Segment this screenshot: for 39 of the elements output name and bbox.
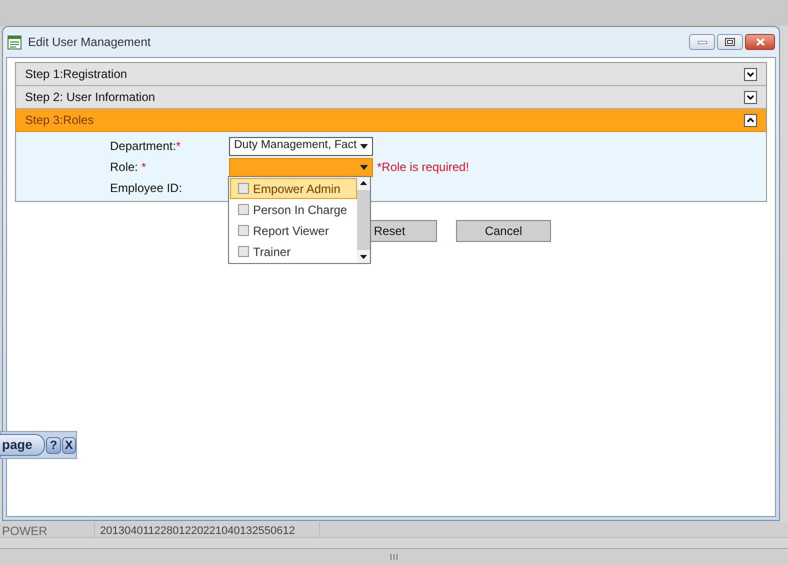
field-label: Department:*	[110, 138, 182, 155]
maximize-icon	[725, 38, 735, 46]
scrollbar[interactable]	[357, 177, 370, 263]
close-icon	[756, 38, 764, 46]
expand-icon[interactable]	[744, 90, 757, 104]
checkbox[interactable]	[238, 225, 249, 236]
window-title: Edit User Management	[28, 34, 151, 51]
grip-icon[interactable]	[390, 554, 398, 560]
checkbox[interactable]	[238, 246, 249, 257]
scroll-down-icon[interactable]	[357, 250, 370, 263]
form-icon	[7, 34, 22, 50]
dropdown-field[interactable]: Duty Management, Fact	[229, 136, 373, 156]
maximize-button[interactable]	[717, 34, 743, 50]
table-cell: POWER	[0, 522, 95, 537]
role-option[interactable]: Empower Admin	[230, 178, 357, 199]
checkbox[interactable]	[238, 183, 249, 194]
role-option[interactable]: Person In Charge	[230, 199, 357, 220]
scroll-up-icon[interactable]	[357, 177, 370, 190]
close-button[interactable]: X	[62, 436, 76, 454]
role-option[interactable]: Trainer	[230, 241, 357, 262]
step-header[interactable]: Step 2: User Information	[16, 86, 766, 109]
field-label: Role: *	[110, 159, 148, 176]
dropdown-field[interactable]	[229, 158, 373, 176]
expand-icon[interactable]	[744, 68, 757, 80]
table-cell: 20130401122801220221040132550612	[95, 522, 320, 537]
help-button[interactable]: ?	[46, 436, 61, 454]
caret-icon	[360, 164, 368, 170]
field-label: Employee ID:	[110, 180, 184, 197]
minimize-icon	[698, 40, 706, 44]
close-button[interactable]	[745, 34, 775, 50]
cancel-button[interactable]: Cancel	[456, 220, 551, 242]
minimize-button[interactable]	[689, 34, 715, 50]
error-message: *Role is required!	[377, 159, 470, 176]
caret-icon	[360, 144, 368, 148]
step-header[interactable]: Step 3:Roles	[16, 109, 766, 132]
page-button[interactable]: page	[0, 434, 46, 456]
checkbox[interactable]	[238, 204, 249, 215]
step-header[interactable]: Step 1:Registration	[16, 63, 766, 86]
collapse-icon[interactable]	[744, 114, 757, 126]
